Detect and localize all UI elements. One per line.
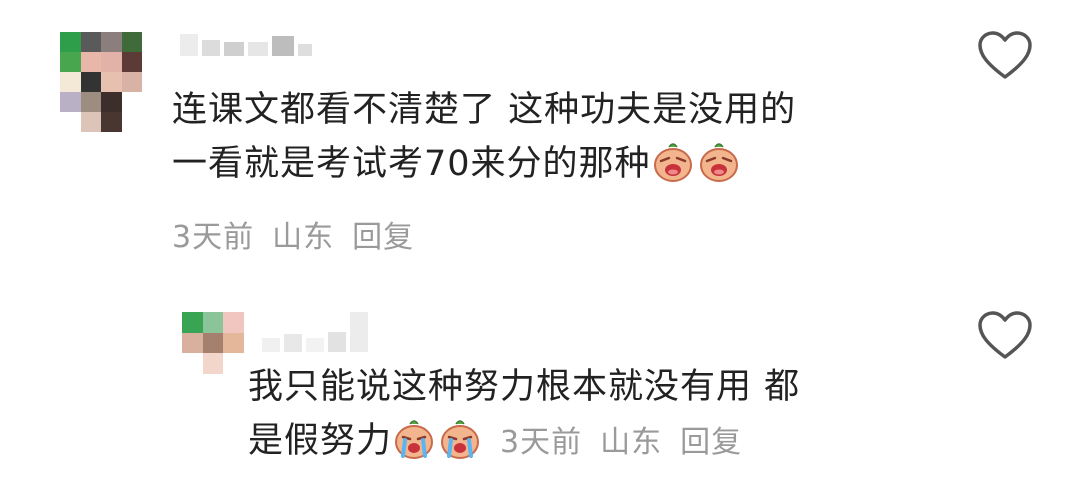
avatar[interactable] xyxy=(60,32,142,132)
reply-button[interactable]: 回复 xyxy=(680,425,742,460)
like-heart-icon[interactable] xyxy=(976,310,1034,362)
username-blurred[interactable] xyxy=(180,34,312,56)
comment-location: 山东 xyxy=(272,220,335,255)
like-heart-icon[interactable] xyxy=(976,30,1034,82)
comment-text-line: 是假努力 3天前 山东 回复 xyxy=(248,414,928,470)
comment-time: 3天前 xyxy=(500,425,583,460)
comment-text: 连课文都看不清楚了 这种功夫是没用的 一看就是考试考70来分的那种 xyxy=(172,83,932,191)
comment-text-segment: 一看就是考试考70来分的那种 xyxy=(172,144,651,184)
crying-face-emoji-icon xyxy=(699,143,738,182)
comment-meta: 3天前 山东 回复 xyxy=(172,212,414,256)
username-blurred[interactable] xyxy=(262,312,368,352)
crying-face-emoji-icon xyxy=(653,143,692,182)
comment-time: 3天前 xyxy=(172,220,255,255)
comment-text-line: 我只能说这种努力根本就没有用 都 xyxy=(248,367,801,407)
avatar[interactable] xyxy=(182,312,244,374)
comment-meta: 3天前 山东 回复 xyxy=(500,425,742,460)
comment-location: 山东 xyxy=(600,425,663,460)
wailing-face-emoji-icon xyxy=(395,420,434,459)
reply-button[interactable]: 回复 xyxy=(352,220,414,255)
comment-text: 我只能说这种努力根本就没有用 都 是假努力 3天前 山东 回复 xyxy=(248,360,928,470)
comment-text-line: 一看就是考试考70来分的那种 xyxy=(172,137,932,191)
wailing-face-emoji-icon xyxy=(441,420,480,459)
comment-text-segment: 是假努力 xyxy=(248,421,393,461)
comment-text-line: 连课文都看不清楚了 这种功夫是没用的 xyxy=(172,90,797,130)
